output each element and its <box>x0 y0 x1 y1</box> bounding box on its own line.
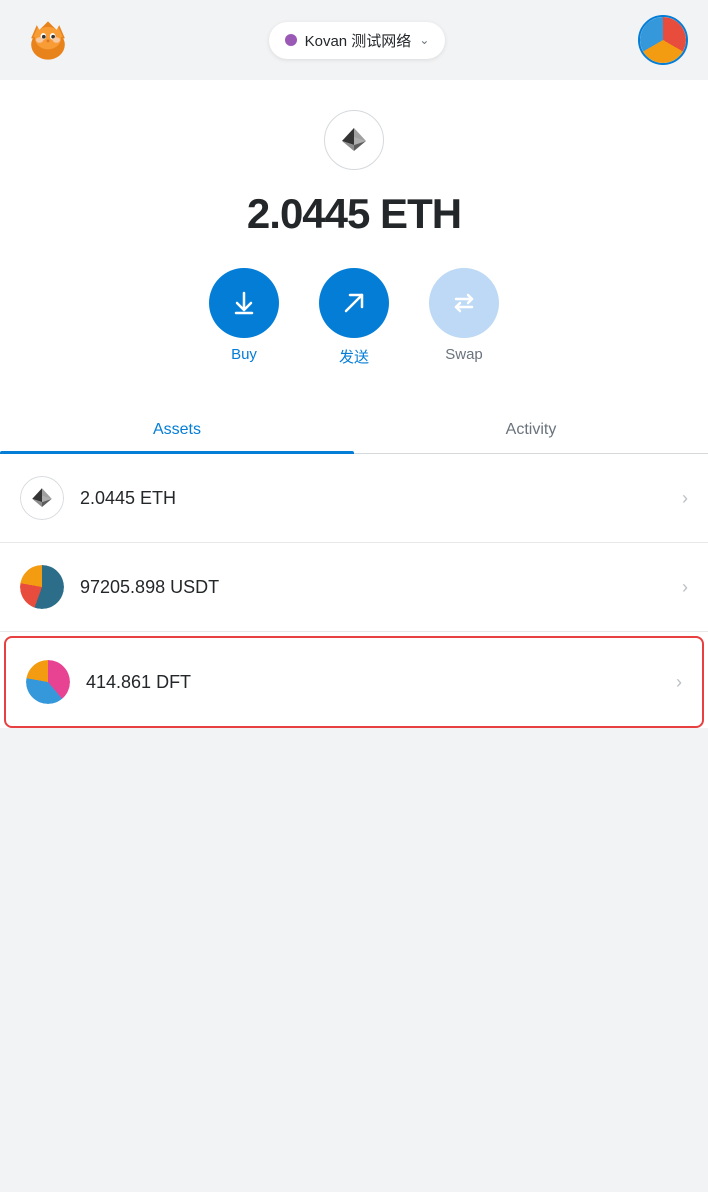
eth-asset-name: 2.0445 ETH <box>80 488 682 509</box>
network-selector[interactable]: Kovan 测试网络 ⌄ <box>269 22 446 59</box>
eth-chevron-icon: › <box>682 488 688 509</box>
asset-item-eth[interactable]: 2.0445 ETH › <box>0 454 708 543</box>
buy-button[interactable] <box>209 268 279 338</box>
usdt-asset-icon <box>20 565 64 609</box>
swap-action[interactable]: Swap <box>429 268 499 367</box>
eth-logo-container <box>0 80 708 180</box>
asset-item-dft[interactable]: 414.861 DFT › <box>4 636 704 728</box>
send-button[interactable] <box>319 268 389 338</box>
buy-label: Buy <box>231 346 257 363</box>
dft-chevron-icon: › <box>676 672 682 693</box>
tab-assets[interactable]: Assets <box>0 407 354 453</box>
tab-activity[interactable]: Activity <box>354 407 708 453</box>
actions-container: Buy 发送 Swap <box>0 258 708 397</box>
balance-amount: 2.0445 ETH <box>247 190 461 237</box>
usdt-asset-name: 97205.898 USDT <box>80 577 682 598</box>
swap-label: Swap <box>445 346 483 363</box>
asset-item-usdt[interactable]: 97205.898 USDT › <box>0 543 708 632</box>
swap-button[interactable] <box>429 268 499 338</box>
header: Kovan 测试网络 ⌄ <box>0 0 708 80</box>
download-icon <box>230 289 258 317</box>
buy-action[interactable]: Buy <box>209 268 279 367</box>
usdt-icon-graphic <box>20 565 64 609</box>
metamask-logo[interactable] <box>20 12 76 68</box>
dft-asset-name: 414.861 DFT <box>86 672 676 693</box>
avatar[interactable] <box>638 15 688 65</box>
main-content: 2.0445 ETH Buy 发送 <box>0 80 708 728</box>
eth-small-icon <box>29 485 55 511</box>
send-label: 发送 <box>339 346 369 367</box>
eth-asset-circle <box>20 476 64 520</box>
dft-asset-icon <box>26 660 70 704</box>
eth-logo-icon <box>338 124 370 156</box>
chevron-down-icon: ⌄ <box>419 33 429 47</box>
asset-list: 2.0445 ETH › 97205.898 USDT › 414.861 DF… <box>0 454 708 728</box>
send-action[interactable]: 发送 <box>319 268 389 367</box>
send-icon <box>340 289 368 317</box>
swap-icon <box>450 289 478 317</box>
network-dot <box>285 34 297 46</box>
eth-logo-circle <box>324 110 384 170</box>
balance-container: 2.0445 ETH <box>0 180 708 258</box>
tabs-container: Assets Activity <box>0 407 708 454</box>
usdt-chevron-icon: › <box>682 577 688 598</box>
dft-icon-graphic <box>26 660 70 704</box>
eth-asset-icon <box>20 476 64 520</box>
network-label: Kovan 测试网络 <box>305 30 412 51</box>
avatar-image <box>640 17 686 63</box>
